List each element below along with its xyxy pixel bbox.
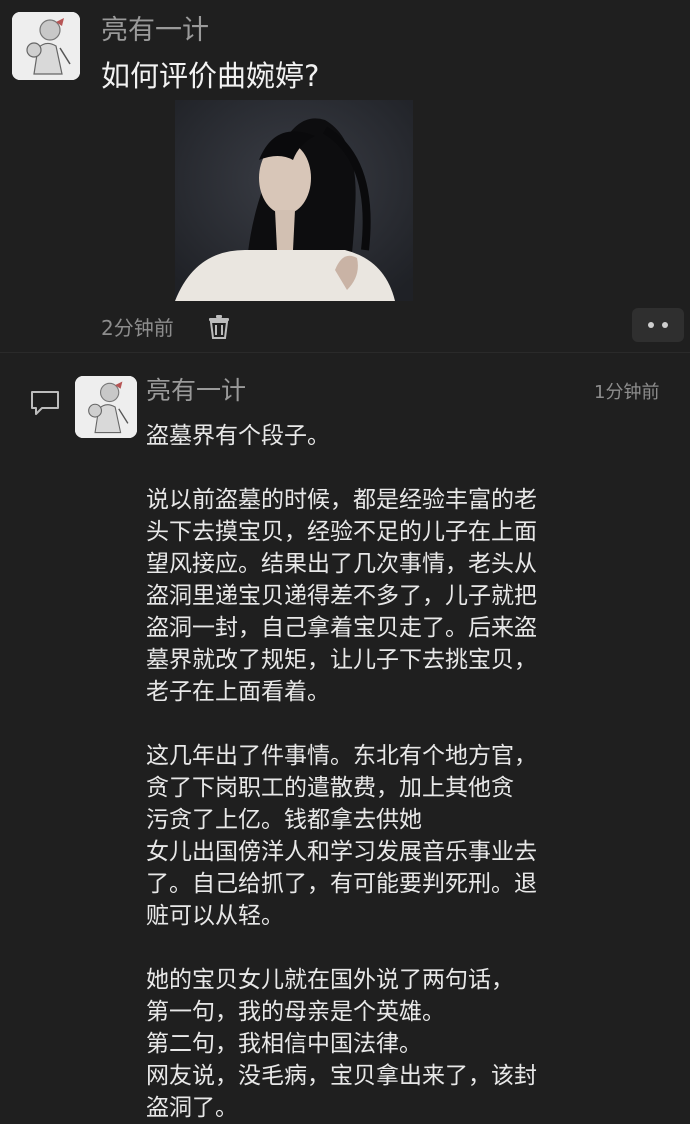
comment-line: 盗墓界有个段子。	[146, 423, 330, 449]
comment-line: 说以前盗墓的时候，都是经验丰富的老	[146, 487, 537, 513]
comment-line: 第一句，我的母亲是个英雄。	[146, 999, 445, 1025]
trash-icon[interactable]	[206, 314, 232, 340]
avatar-illustration-icon	[75, 376, 137, 438]
comment-line: 了。自己给抓了，有可能要判死刑。退	[146, 871, 537, 897]
more-icon	[648, 322, 654, 328]
comment-line: 女儿出国傍洋人和学习发展音乐事业去	[146, 839, 537, 865]
comment-author-name[interactable]: 亮有一计	[146, 378, 246, 403]
comment-author-avatar[interactable]	[75, 376, 137, 438]
comment-line: 赃可以从轻。	[146, 903, 284, 929]
comment-line: 网友说，没毛病，宝贝拿出来了，该封	[146, 1063, 537, 1089]
more-button[interactable]	[632, 308, 684, 342]
post-timestamp: 2分钟前	[101, 316, 174, 340]
comment-line: 她的宝贝女儿就在国外说了两句话，	[146, 967, 514, 993]
comment-line: 头下去摸宝贝，经验不足的儿子在上面	[146, 519, 537, 545]
comment-line: 墓界就改了规矩，让儿子下去挑宝贝，	[146, 647, 537, 673]
comment-line: 第二句，我相信中国法律。	[146, 1031, 422, 1057]
portrait-image	[175, 100, 413, 301]
avatar-illustration-icon	[12, 12, 80, 80]
divider	[0, 352, 690, 353]
comment-icon[interactable]	[30, 390, 60, 416]
post-author-name[interactable]: 亮有一计	[101, 17, 209, 44]
comment-line: 盗洞了。	[146, 1095, 238, 1121]
comment-line: 盗洞里递宝贝递得差不多了，儿子就把	[146, 583, 537, 609]
post-author-avatar[interactable]	[12, 12, 80, 80]
comment-line: 污贪了上亿。钱都拿去供她	[146, 807, 422, 833]
comment-timestamp: 1分钟前	[594, 382, 660, 403]
post-photo[interactable]	[175, 100, 413, 301]
comment-line: 贪了下岗职工的遣散费，加上其他贪	[146, 775, 514, 801]
post-header: 亮有一计 如何评价曲婉婷? 2分钟前	[0, 0, 690, 350]
post-title: 如何评价曲婉婷?	[101, 59, 320, 93]
comment-line: 盗洞一封，自己拿着宝贝走了。后来盗	[146, 615, 537, 641]
comment-line: 这几年出了件事情。东北有个地方官，	[146, 743, 537, 769]
more-dot	[662, 322, 668, 328]
comment-body: 盗墓界有个段子。说以前盗墓的时候，都是经验丰富的老 头下去摸宝贝，经验不足的儿子在…	[146, 420, 616, 1124]
comment-line: 望风接应。结果出了几次事情，老头从	[146, 551, 537, 577]
comment-line: 老子在上面看着。	[146, 679, 330, 705]
